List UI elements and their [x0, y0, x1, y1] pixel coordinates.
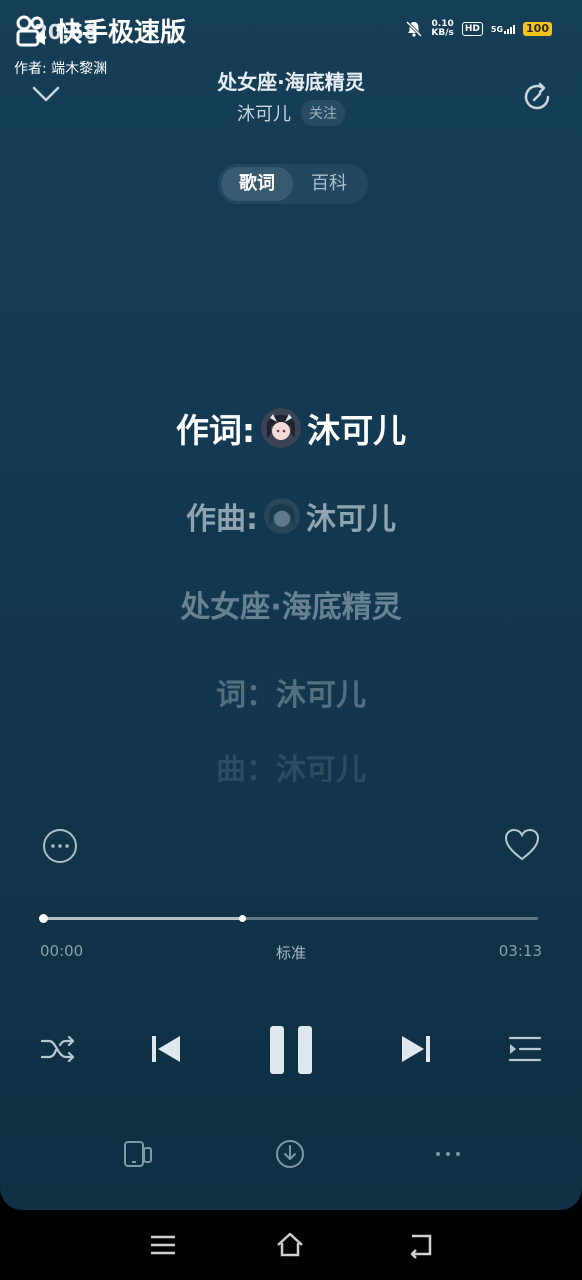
status-time: 20:58 [34, 20, 98, 44]
lyric-line2-name: 沐可儿 [306, 502, 396, 537]
like-heart-icon[interactable] [504, 828, 540, 862]
system-navigation-bar [0, 1210, 582, 1280]
more-horizontal-icon[interactable] [432, 1138, 464, 1170]
artist-avatar[interactable] [264, 498, 300, 534]
signal-icon: 5G [490, 24, 516, 34]
more-options-icon[interactable] [42, 828, 78, 864]
lyric-line-faded: 曲：沐可儿 [216, 753, 366, 782]
previous-track-icon[interactable] [150, 1032, 182, 1066]
back-icon[interactable] [406, 1230, 436, 1260]
artist-name[interactable]: 沐可儿 [237, 100, 291, 126]
lyric-line: 作曲: 沐可儿 [0, 494, 582, 538]
net-speed: 0.10 KB/s [431, 20, 453, 38]
network-type: 5G [490, 24, 504, 34]
menu-icon[interactable] [148, 1230, 178, 1260]
quality-selector[interactable]: 标准 [0, 942, 582, 963]
progress-thumb[interactable] [39, 914, 48, 923]
lyric-line: 处女座·海底精灵 [180, 590, 402, 625]
playlist-icon[interactable] [508, 1032, 542, 1066]
lyric-line-current: 作词: 沐可儿 [0, 404, 582, 452]
buffer-marker [239, 915, 246, 922]
battery-indicator: 100 [523, 22, 552, 36]
pause-icon[interactable] [268, 1024, 314, 1076]
lyric-line1-prefix: 作词: [175, 411, 256, 450]
next-track-icon[interactable] [400, 1032, 432, 1066]
status-icons: 0.10 KB/s HD 5G 100 [405, 20, 552, 38]
follow-button[interactable]: 关注 [301, 100, 345, 126]
hd-badge: HD [461, 22, 483, 36]
progress-buffer [43, 917, 241, 920]
artist-avatar[interactable] [261, 408, 302, 448]
refresh-icon[interactable] [520, 80, 554, 114]
shuffle-icon[interactable] [40, 1032, 76, 1066]
song-title: 处女座·海底精灵 [217, 70, 365, 94]
mute-bell-icon [406, 20, 423, 38]
artist-row: 沐可儿 关注 [0, 100, 582, 126]
home-icon[interactable] [275, 1230, 305, 1260]
quality-label[interactable]: 标准 [276, 944, 306, 962]
total-time: 03:13 [498, 942, 542, 960]
device-switch-icon[interactable] [122, 1138, 154, 1170]
tab-wiki[interactable]: 百科 [293, 167, 365, 201]
music-player-screen: 快手极速版 20:58 作者: 端木黎渊 0.10 KB/s HD 5G 100… [0, 0, 582, 1210]
lyric-line2-prefix: 作曲: [186, 502, 258, 537]
lyric-line: 词：沐可儿 [216, 678, 366, 713]
progress-bar[interactable] [43, 917, 538, 920]
tab-lyrics[interactable]: 歌词 [221, 167, 293, 201]
download-icon[interactable] [274, 1138, 306, 1170]
net-speed-unit: KB/s [431, 28, 454, 38]
lyric-line1-name: 沐可儿 [307, 411, 407, 450]
lyrics-tabs: 歌词 百科 [218, 164, 368, 204]
app-overlay: 快手极速版 20:58 [14, 12, 186, 49]
